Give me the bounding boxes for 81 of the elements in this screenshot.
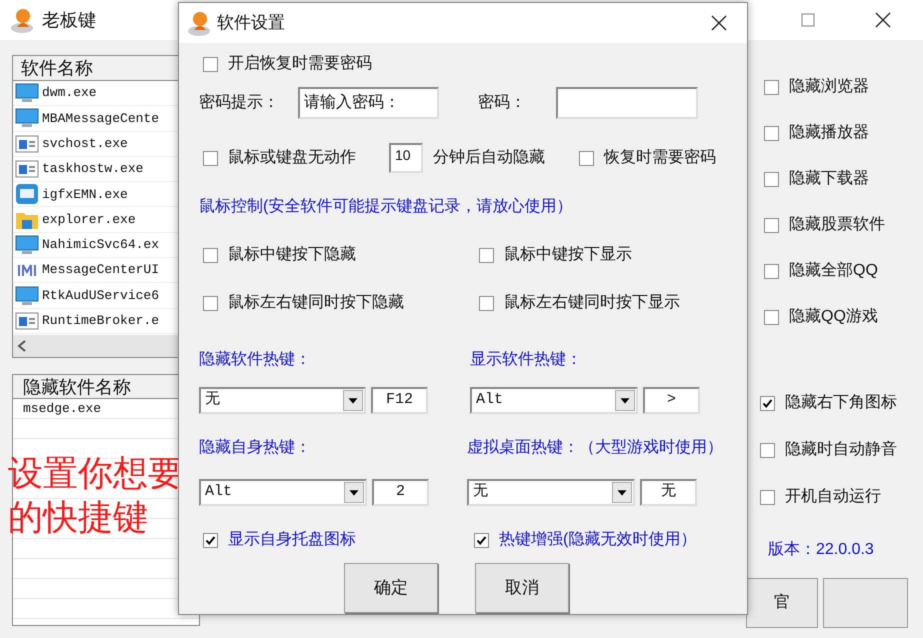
checkbox[interactable] [764, 126, 779, 140]
hotkey-label: 隐藏自身热键： [199, 438, 312, 456]
checkbox-label: 鼠标中键按下显示 [504, 244, 632, 265]
window-icon [15, 159, 39, 180]
input-field[interactable] [556, 87, 698, 119]
checkbox[interactable] [764, 264, 779, 278]
checkbox-label: 鼠标左右键同时按下显示 [504, 292, 680, 313]
field-suffix: 分钟后自动隐藏 [433, 148, 546, 168]
button[interactable] [823, 578, 908, 628]
checkbox-label: 隐藏浏览器 [789, 76, 869, 97]
hotkey-label: 显示软件热键： [470, 350, 583, 368]
checkbox-label: 隐藏QQ游戏 [789, 306, 878, 327]
field-label: 密码： [478, 92, 527, 113]
checkbox-label: 隐藏播放器 [789, 122, 869, 143]
input-field[interactable]: 请输入密码： [298, 87, 439, 119]
checkbox[interactable] [474, 532, 489, 548]
maximize-icon[interactable] [801, 13, 815, 27]
input-field[interactable]: 无 [640, 479, 697, 506]
checkbox-label: 隐藏时自动静音 [785, 440, 897, 460]
window-title: 老板键 [42, 8, 96, 32]
button[interactable]: 官 [746, 578, 818, 628]
user-icon [187, 10, 211, 36]
monitor-icon [15, 234, 39, 255]
dropdown[interactable]: Alt [470, 387, 638, 414]
checkbox-label: 隐藏全部QQ [789, 260, 878, 281]
dialog-button[interactable]: 取消 [475, 563, 569, 613]
checkbox[interactable] [479, 296, 494, 310]
caret-icon [344, 482, 364, 503]
dropdown[interactable]: 无 [199, 387, 366, 414]
checkbox-label: 隐藏股票软件 [789, 214, 885, 235]
checkbox[interactable] [203, 56, 218, 72]
checkbox[interactable] [764, 218, 779, 232]
scroll-left-icon[interactable] [17, 340, 27, 352]
checkbox-label: 显示自身托盘图标 [228, 530, 356, 550]
checkbox[interactable] [760, 442, 775, 458]
field-label: 密码提示： [199, 92, 280, 113]
checkbox[interactable] [203, 296, 218, 310]
checkbox[interactable] [203, 248, 218, 262]
monitor-icon [15, 286, 39, 306]
checkbox[interactable] [579, 150, 594, 166]
input-field[interactable]: > [643, 387, 700, 414]
dropdown[interactable]: 无 [467, 479, 635, 506]
checkbox-label: 开启恢复时需要密码 [228, 54, 372, 74]
checkbox-label: 鼠标或键盘无动作 [228, 148, 356, 168]
close-icon[interactable] [875, 12, 891, 28]
checkbox[interactable] [760, 490, 775, 504]
hotkey-label: 隐藏软件热键： [199, 350, 312, 368]
hotkey-label: 虚拟桌面热键：（大型游戏时使用） [467, 438, 724, 456]
caret-icon [615, 390, 635, 411]
checkbox-label: 恢复时需要密码 [604, 148, 716, 168]
window-icon [15, 134, 39, 154]
monitor-icon [15, 83, 39, 104]
annotation: 设置你想要的快捷键 [8, 453, 184, 539]
window-icon [15, 310, 39, 331]
checkbox-label: 开机自动运行 [785, 487, 881, 507]
input-field[interactable]: F12 [371, 387, 428, 414]
checkbox-label: 鼠标左右键同时按下隐藏 [228, 292, 404, 313]
monitor-icon [15, 108, 39, 128]
close-icon[interactable] [711, 15, 727, 31]
caret-icon [343, 390, 363, 411]
checkbox[interactable] [479, 248, 494, 262]
checkbox[interactable] [764, 80, 779, 94]
checkbox[interactable] [764, 172, 779, 186]
mouse-control-note: 鼠标控制(安全软件可能提示键盘记录，请放心使用） [199, 196, 574, 215]
checkbox-label: 鼠标中键按下隐藏 [228, 244, 356, 265]
caret-icon [612, 482, 632, 503]
dropdown[interactable]: Alt [199, 479, 367, 506]
dialog-button[interactable]: 确定 [344, 563, 438, 613]
checkbox-label: 隐藏下载器 [789, 168, 869, 189]
app-icon [15, 184, 39, 204]
checkbox[interactable] [203, 532, 218, 548]
input-field[interactable]: 2 [372, 479, 429, 506]
input-field[interactable]: 10 [389, 143, 423, 173]
checkbox-label: 热键增强(隐藏无效时使用） [499, 530, 696, 550]
checkbox[interactable] [760, 396, 775, 410]
checkbox-label: 隐藏右下角图标 [785, 392, 897, 413]
checkbox[interactable] [764, 310, 779, 324]
user-icon [10, 7, 34, 33]
checkbox[interactable] [203, 150, 218, 166]
dialog-title: 软件设置 [217, 12, 285, 34]
version-text: 版本：22.0.0.3 [767, 540, 875, 560]
